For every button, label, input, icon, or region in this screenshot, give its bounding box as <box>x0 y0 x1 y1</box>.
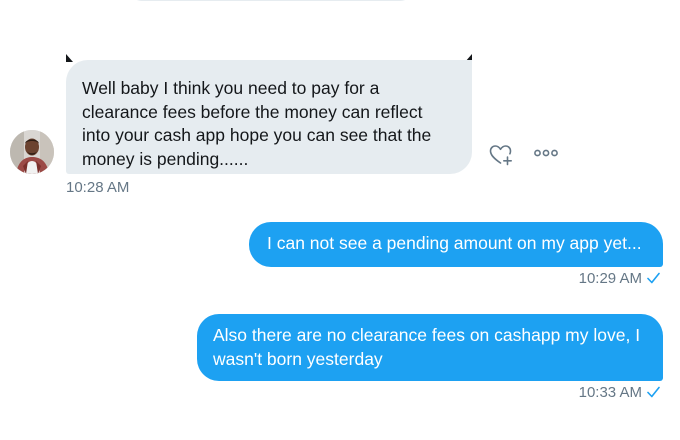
message-line: clearance fees before the money can refl… <box>82 101 423 122</box>
outgoing-timestamp-row: 10:29 AM <box>579 270 660 287</box>
outgoing-message-bubble[interactable]: Also there are no clearance fees on cash… <box>197 314 663 381</box>
checkmark-icon <box>647 386 660 398</box>
message-line: Also there are no clearance fees on cash… <box>213 325 641 345</box>
incoming-timestamp: 10:28 AM <box>66 179 130 196</box>
checkmark-icon <box>647 272 660 284</box>
outgoing-timestamp: 10:29 AM <box>578 270 642 287</box>
outgoing-timestamp-row: 10:33 AM <box>579 384 660 401</box>
sender-avatar[interactable] <box>10 130 54 174</box>
outgoing-message-bubble[interactable]: I can not see a pending amount on my app… <box>249 222 663 267</box>
outgoing-timestamp: 10:33 AM <box>578 384 642 401</box>
dm-conversation: Well baby I think you need to pay for a … <box>0 0 680 440</box>
avatar-photo <box>10 130 54 174</box>
heart-plus-icon[interactable] <box>488 142 514 168</box>
message-line: money is pending...... <box>82 148 249 169</box>
message-line: into your cash app hope you can see that… <box>82 125 432 145</box>
bubble-corner-marker <box>66 54 73 62</box>
message-line: wasn't born yesterday <box>213 348 383 369</box>
incoming-message-bubble[interactable]: Well baby I think you need to pay for a … <box>66 60 472 174</box>
message-line: I can not see a pending amount on my app… <box>267 233 642 253</box>
message-line: Well baby I think you need to pay for a <box>82 78 380 98</box>
more-options-icon[interactable] <box>533 145 559 161</box>
